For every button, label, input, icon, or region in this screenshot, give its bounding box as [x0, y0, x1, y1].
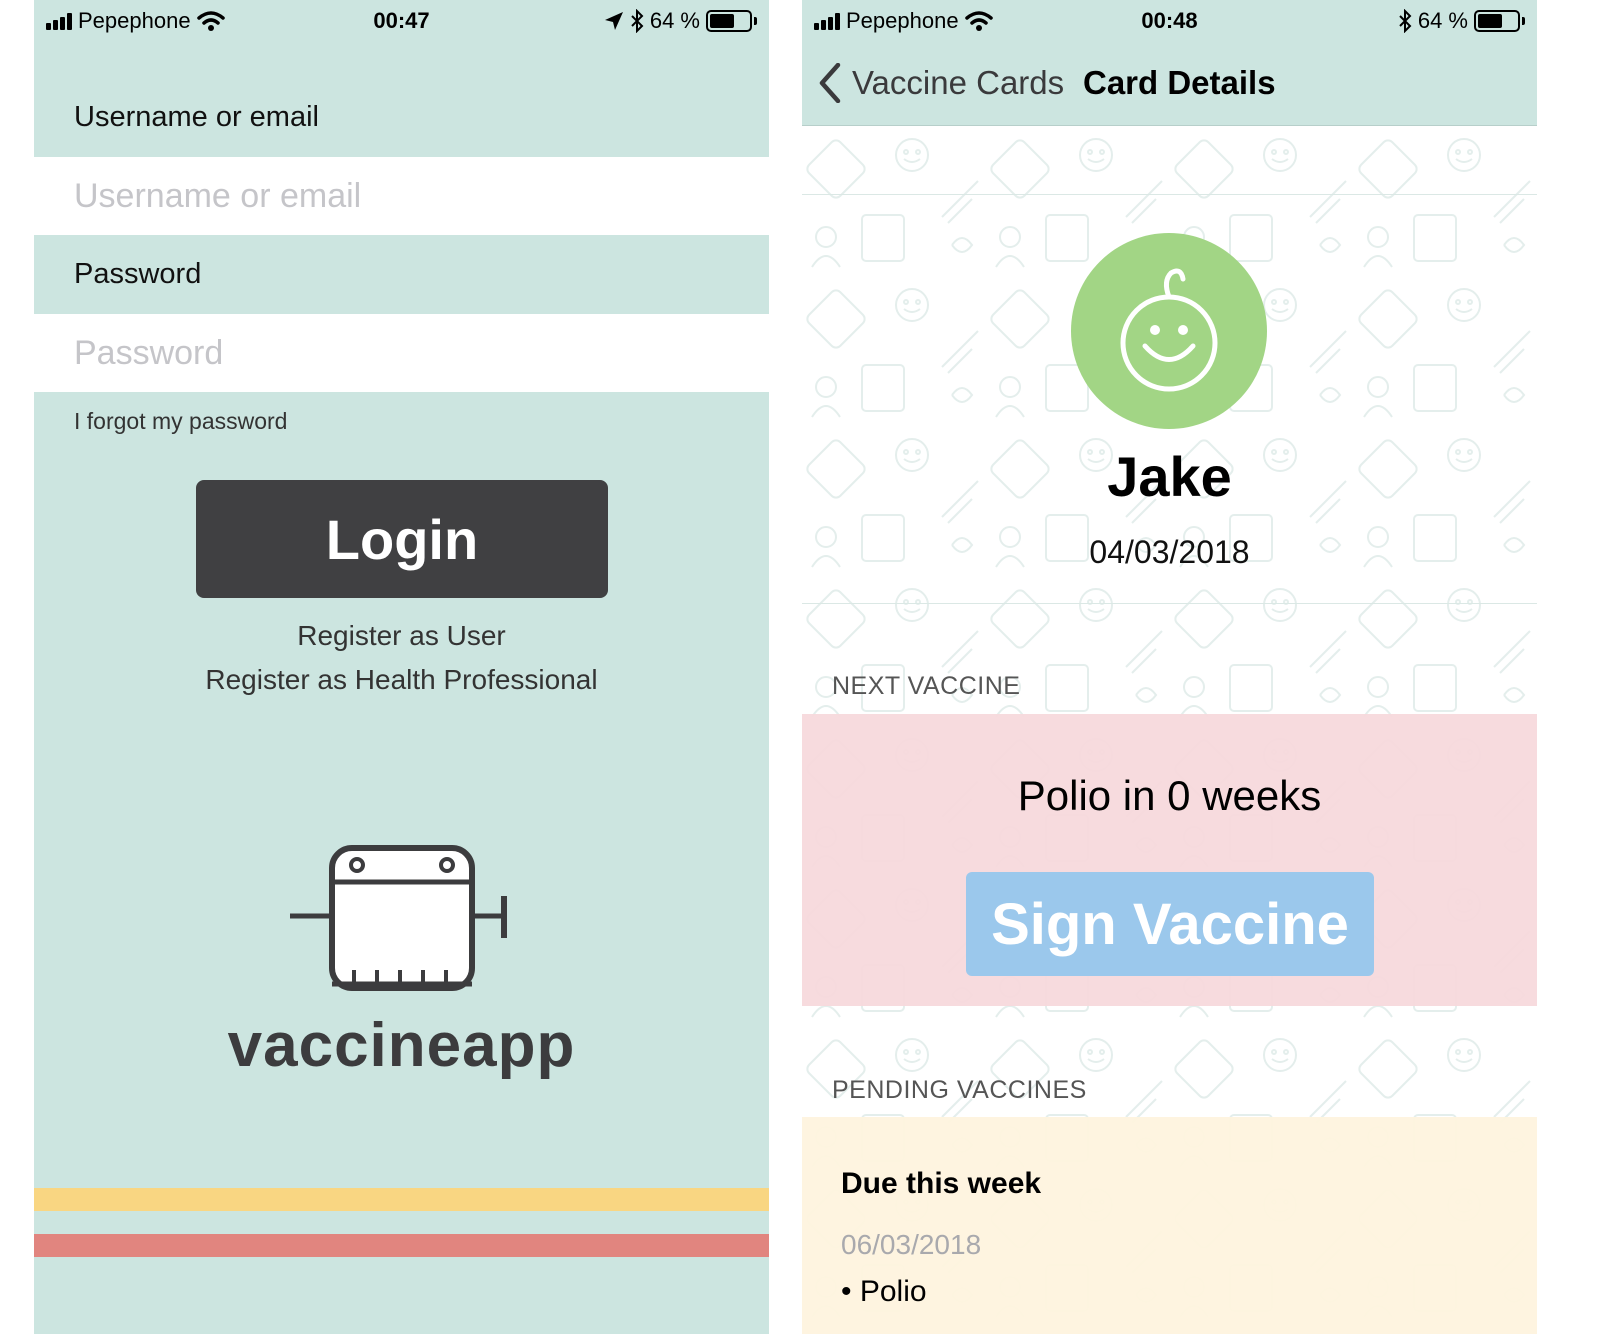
- navigation-bar: Pepephone 00:48 64 % Vaccine Cards Card …: [802, 0, 1537, 126]
- child-avatar: [1071, 233, 1267, 429]
- username-field-container: [34, 157, 769, 235]
- password-label: Password: [74, 257, 202, 290]
- sign-vaccine-button[interactable]: Sign Vaccine: [966, 872, 1374, 976]
- vaccine-card-logo-icon: [290, 845, 507, 991]
- carrier-name: Pepephone: [78, 8, 191, 33]
- carrier-name: Pepephone: [846, 8, 959, 33]
- wifi-icon: [964, 11, 993, 31]
- decorative-stripe-yellow: [34, 1188, 769, 1211]
- login-screen: Pepephone 00:47 64 % Username or email P…: [34, 0, 769, 1334]
- divider: [802, 603, 1537, 604]
- battery-percentage: 64 %: [1417, 8, 1468, 33]
- back-button-label: Vaccine Cards: [852, 64, 1065, 101]
- app-logo-text: vaccineapp: [227, 1011, 576, 1080]
- decorative-stripe-red: [34, 1234, 769, 1257]
- status-bar: Pepephone 00:47 64 %: [34, 0, 769, 42]
- wifi-icon: [196, 11, 225, 31]
- pending-vaccines-header: PENDING VACCINES: [832, 1076, 1087, 1104]
- list-item: • Polio: [841, 1275, 927, 1308]
- next-vaccine-text: Polio in 0 weeks: [1017, 772, 1322, 819]
- back-button[interactable]: Vaccine Cards: [818, 58, 1064, 108]
- forgot-password-link[interactable]: I forgot my password: [74, 408, 287, 435]
- baby-face-icon: [1120, 268, 1218, 392]
- bluetooth-icon: [1399, 9, 1412, 33]
- battery-icon: [706, 10, 752, 32]
- battery-icon: [1474, 10, 1520, 32]
- next-vaccine-panel: Polio in 0 weeks Sign Vaccine: [802, 714, 1537, 1006]
- divider: [802, 194, 1537, 195]
- status-right: 64 %: [1398, 6, 1525, 36]
- bluetooth-icon: [631, 9, 644, 33]
- page-title: Card Details: [1083, 64, 1276, 101]
- signal-strength-icon: [814, 12, 840, 30]
- battery-percentage: 64 %: [649, 8, 700, 33]
- password-field-container: [34, 314, 769, 392]
- username-label: Username or email: [74, 100, 319, 133]
- due-date: 06/03/2018: [841, 1229, 982, 1260]
- password-input[interactable]: [34, 314, 769, 392]
- location-arrow-icon: [604, 12, 623, 30]
- signal-strength-icon: [46, 12, 72, 30]
- card-details-screen: Pepephone 00:48 64 % Vaccine Cards Card …: [802, 0, 1537, 1334]
- status-left: Pepephone: [814, 6, 993, 36]
- status-bar: Pepephone 00:48 64 %: [802, 0, 1537, 42]
- next-vaccine-header: NEXT VACCINE: [832, 672, 1021, 700]
- due-group-title: Due this week: [841, 1167, 1042, 1200]
- chevron-left-icon: [819, 63, 841, 103]
- register-health-professional-link[interactable]: Register as Health Professional: [34, 664, 769, 696]
- pending-vaccines-panel: Due this week 06/03/2018 • Polio: [802, 1117, 1537, 1334]
- battery-tip: [1522, 17, 1525, 25]
- child-birth-date: 04/03/2018: [1089, 534, 1250, 570]
- username-input[interactable]: [34, 157, 769, 235]
- status-left: Pepephone: [46, 6, 225, 36]
- register-user-link[interactable]: Register as User: [34, 620, 769, 652]
- login-button[interactable]: Login: [196, 480, 608, 598]
- battery-tip: [754, 17, 757, 25]
- status-right: 64 %: [604, 6, 757, 36]
- vaccine-name: Polio: [859, 1275, 927, 1308]
- child-name: Jake: [1107, 445, 1232, 508]
